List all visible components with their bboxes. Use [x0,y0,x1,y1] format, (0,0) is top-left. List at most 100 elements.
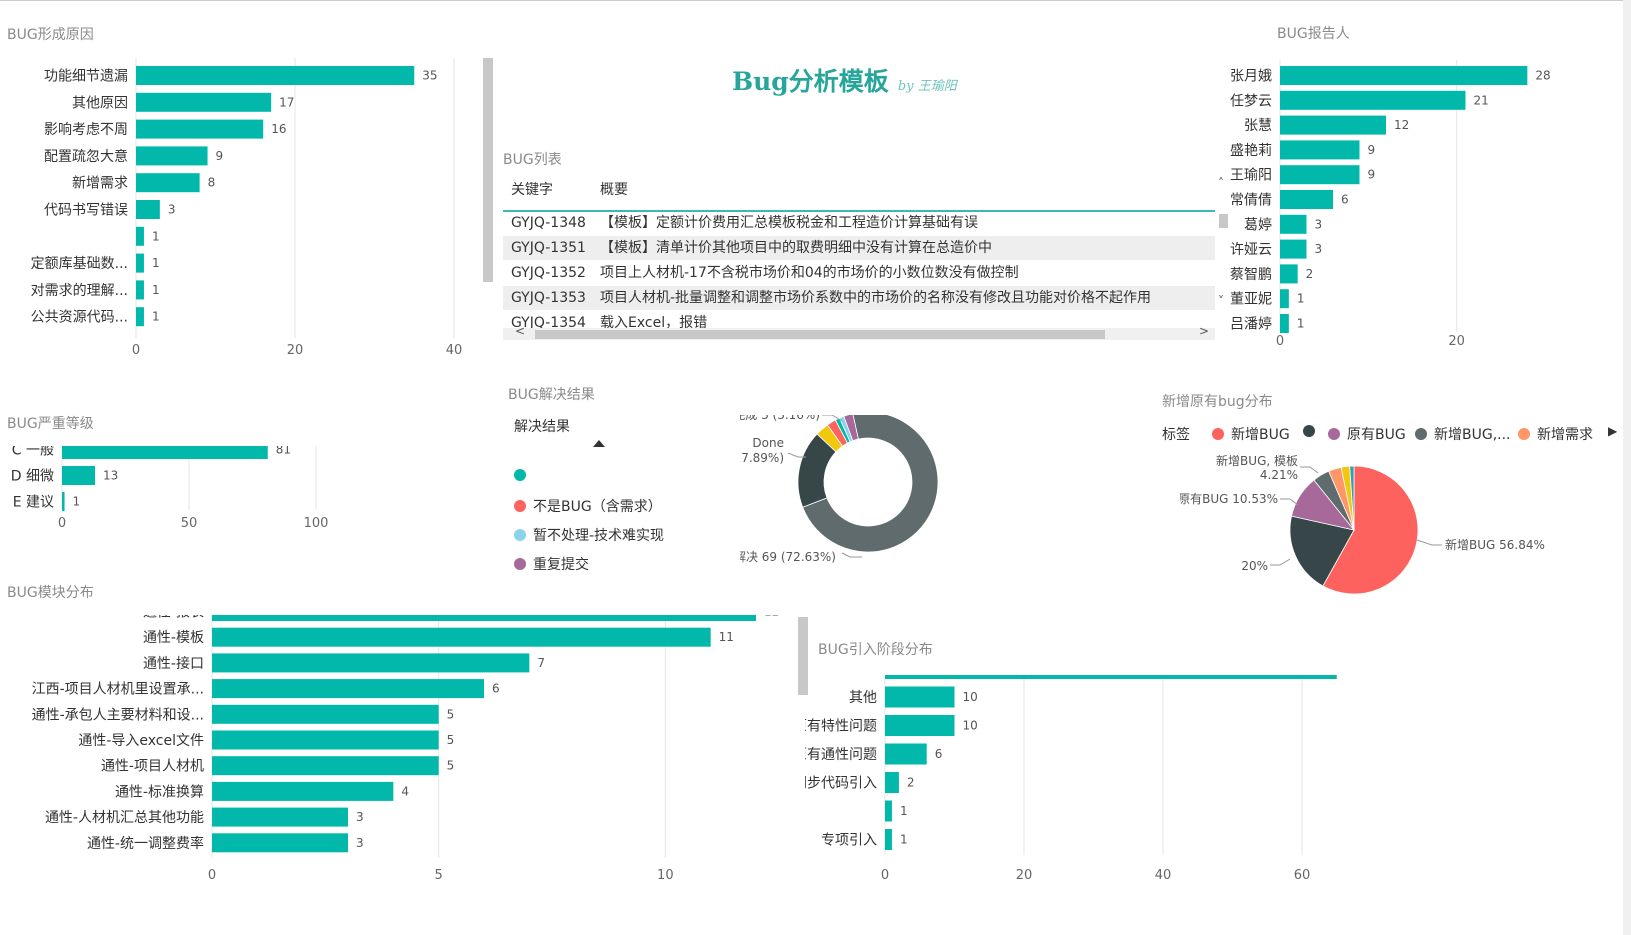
x-tick-label: 0 [881,868,889,883]
data-label: 5 [447,707,455,721]
module-scrollbar[interactable] [798,617,808,695]
category-label: 董亚妮 [1230,292,1272,308]
category-label: 葛婷 [1244,217,1272,233]
table-hscroll-right[interactable]: > [1199,324,1209,338]
bar [136,173,200,193]
bar [212,679,484,699]
result-legend-dot [514,469,526,481]
data-label: 3 [356,810,364,824]
page-scrollbar[interactable] [1623,0,1631,935]
data-label: 3 [1315,217,1323,231]
bar [136,119,264,139]
newold-legend-next-icon[interactable]: ▶ [1608,424,1617,438]
table-row[interactable]: GYJQ-1351 【模板】清单计价其他项目中的取费明细中没有计算在总造价中 [503,236,1215,260]
table-vscroll-down[interactable]: ˅ [1218,294,1224,308]
page-title: Bug分析模板 by 王瑜阳 [732,62,957,98]
row-summary: 【模板】清单计价其他项目中的取费明细中没有计算在总造价中 [600,240,992,256]
col-header-key[interactable]: 关键字 [511,179,553,199]
newold-pie-chart: 新增BUG 56.84% 20% 原有BUG 10.53% 新增BUG, 模板4.21… [1180,455,1545,595]
x-tick-label: 100 [304,516,329,531]
bar [1280,289,1289,309]
x-tick-label: 60 [1294,868,1311,883]
category-label: 新增需求 [72,176,128,192]
x-tick-label: 50 [181,516,198,531]
table-row[interactable]: GYJQ-1348 【模板】定额计价费用汇总模板税金和工程造价计算基础有误 [503,211,1215,235]
result-donut-chart: 已解决 69 (72.63%) Done17 (17.89%) 完成 3 (3.16… [740,415,939,564]
bar [212,730,439,750]
data-label: 3 [1315,242,1323,256]
row-key: GYJQ-1348 [511,215,586,231]
data-label: 1 [900,833,908,847]
bar [62,446,268,459]
category-label: 配置疏忽大意 [44,148,128,165]
result-legend-item[interactable] [514,468,533,484]
result-legend-title: 解决结果 [514,419,570,435]
data-label: 1 [152,256,160,270]
data-label: 9 [1368,168,1376,182]
newold-legend-dot [1328,428,1340,440]
result-legend-item[interactable]: 暂不处理-技术难实现 [514,525,664,545]
col-header-summary[interactable]: 概要 [600,179,628,199]
data-label: 6 [935,747,943,761]
category-label: 张慧 [1244,118,1272,134]
data-label: 9 [1368,143,1376,157]
table-hscroll-thumb[interactable] [535,330,1105,339]
category-label: C 一般 [12,446,54,459]
data-label: 10 [963,719,978,733]
category-label: 原有通性问题 [805,747,877,763]
newold-legend-item[interactable] [1303,424,1322,440]
category-label: 功能细节遗漏 [44,69,128,85]
result-legend-label: 不是BUG（含需求） [533,499,662,515]
bar [212,653,530,673]
leader-line [1416,539,1442,546]
category-label: 通性-承包人主要材料和设... [32,707,204,723]
newold-legend-item[interactable]: 原有BUG [1328,424,1406,444]
table-hscroll-left[interactable]: < [515,324,525,338]
table-row[interactable]: GYJQ-1352 项目上人材机-17不含税市场价和04的市场价的小数位数没有做… [503,261,1215,285]
severity-section-title: BUG严重等级 [7,416,94,432]
data-label: 5 [447,733,455,747]
table-row[interactable]: GYJQ-1354 载入Excel，报错 [503,311,1215,329]
category-label: 通性-项目人材机 [101,759,204,775]
severity-bar-chart: 0 50 100 C 一般 81 D 细微 13 E 建议 1 [11,446,329,531]
bar [1280,90,1466,110]
result-legend-sort-arrow[interactable] [593,440,605,447]
bar [1280,314,1289,333]
newold-legend-item[interactable]: 新增BUG,... [1415,424,1511,444]
bar [136,280,144,300]
category-label: 定额库基础数... [31,255,128,272]
newold-legend-item[interactable]: 新增BUG [1212,424,1290,444]
result-legend-dot [514,500,526,512]
table-row[interactable]: GYJQ-1353 项目人材机-批量调整和调整市场价系数中的市场价的名称没有修改… [503,286,1215,310]
x-tick-label: 0 [1276,334,1284,349]
category-label: 盛艳莉 [1230,143,1272,159]
category-label: 原有特性问题 [805,719,877,735]
category-label: 通性-人材机汇总其他功能 [45,810,204,826]
category-label: 通性-接口 [143,655,204,672]
data-label: 1 [1297,317,1305,331]
data-label: 1 [152,310,160,324]
data-label: 1 [73,495,81,509]
cause-section-title: BUG形成原因 [7,27,94,43]
result-legend-item[interactable]: 重复提交 [514,554,589,574]
result-legend-item[interactable]: 不是BUG（含需求） [514,496,662,516]
table-vscroll-up[interactable]: ˄ [1218,176,1224,190]
row-key: GYJQ-1351 [511,240,586,256]
newold-legend-item[interactable]: 新增需求 [1518,424,1593,444]
annotation-label: 原有BUG 10.53% [1180,492,1278,506]
row-key: GYJQ-1353 [511,290,586,306]
leader-line [1300,466,1319,474]
newold-legend-label: 新增BUG [1231,427,1290,443]
annotation-label: 完成 3 (3.16%) [740,415,820,422]
stage-bar-chart: 0 20 40 60 迭代任务引入 65 其他 10 原有特性问题 10 原有通性问题 6 同步代码引入… [805,675,1360,883]
category-label: E 建议 [13,495,54,511]
category-label: 许娅云 [1230,242,1272,258]
cause-scrollbar[interactable] [483,58,493,282]
table-vscroll-thumb[interactable] [1219,214,1228,228]
data-label: 5 [447,759,455,773]
newold-section-title: 新增原有bug分布 [1162,394,1273,410]
bar [1280,190,1333,209]
category-label: 迭代任务引入 [805,675,877,678]
data-label: 1 [152,229,160,243]
category-label: 张月娥 [1230,69,1272,85]
